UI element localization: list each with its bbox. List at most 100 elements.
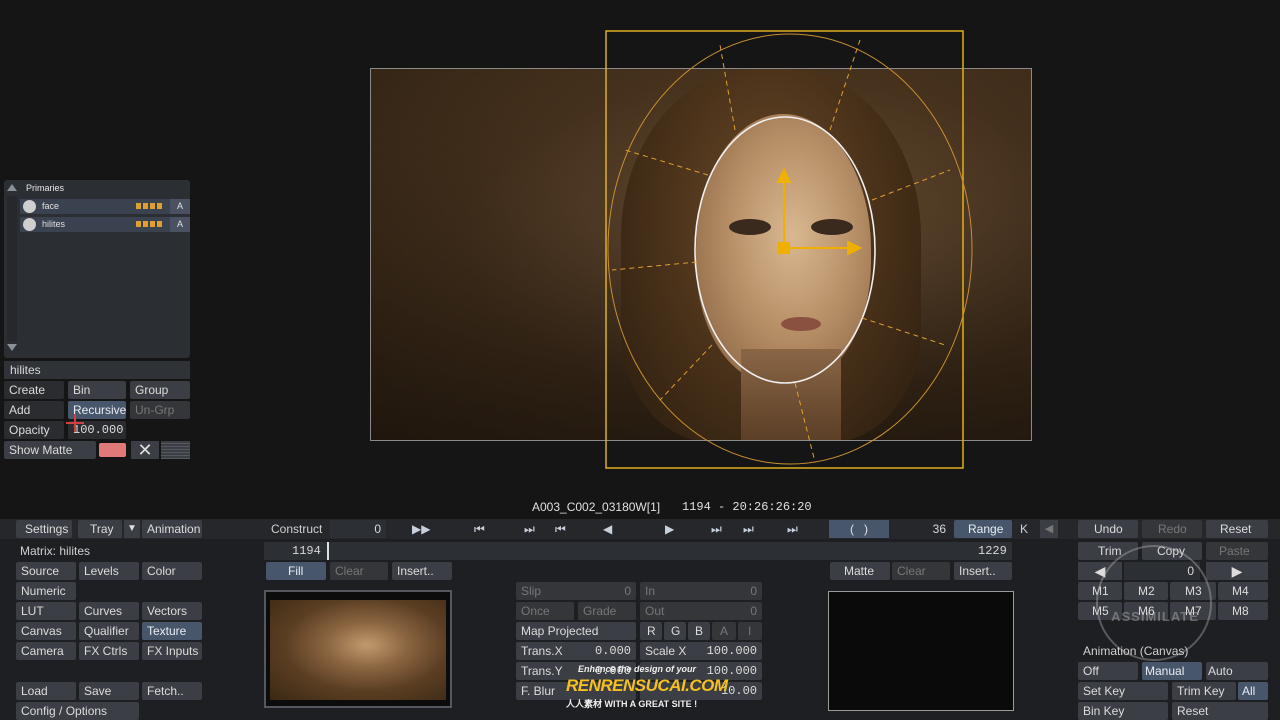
construct-field[interactable]: 0 [330,520,386,538]
timeline-start: 1194 [292,544,321,558]
matte-clear-button[interactable]: Clear [892,562,950,580]
range-button[interactable]: Range [954,520,1012,538]
k-label[interactable]: K [1020,520,1028,538]
key-next-icon[interactable]: ▶ [1206,562,1268,580]
anim-off-button[interactable]: Off [1078,662,1138,680]
load-button[interactable]: Load [16,682,76,700]
menu-source[interactable]: Source [16,562,76,580]
undo-button[interactable]: Undo [1078,520,1138,538]
scale-x-value: 100.000 [706,644,757,658]
timeline-track[interactable] [264,542,1012,560]
settings-button[interactable]: Settings [16,520,72,538]
timeline-playhead[interactable] [327,542,329,560]
fill-button[interactable]: Fill [266,562,326,580]
memory-m8[interactable]: M8 [1218,602,1268,620]
memory-m4[interactable]: M4 [1218,582,1268,600]
menu-fx-inputs[interactable]: FX Inputs [142,642,202,660]
bin-key-button[interactable]: Bin Key [1078,702,1168,720]
play-icon[interactable]: ▶ [665,520,674,538]
transport-controls: ▶▶ ⏮ ⏭ ⏮ ◀ ▶ ⏭ ⏭ ⏭ [400,520,820,538]
trans-x-value: 0.000 [594,644,631,658]
tray-dropdown-icon[interactable]: ▼ [124,520,140,538]
timeline-end: 1229 [978,544,1007,558]
redo-button[interactable]: Redo [1142,520,1202,538]
menu-texture[interactable]: Texture [142,622,202,640]
shape-overlay[interactable] [0,0,1280,520]
assimilate-logo-text: ASSIMILATE [1111,609,1199,624]
next-mark-icon[interactable]: ⏭ [743,520,754,538]
out-label: Out [645,604,665,618]
transform-gizmo[interactable] [776,167,863,256]
watermark: Enhance the design of your RENRENSUCAI.C… [566,664,728,710]
clear-button[interactable]: Clear [330,562,388,580]
trans-x-label: Trans.X [521,644,563,658]
scale-x-label: Scale X [645,644,687,658]
key-reset-button[interactable]: Reset [1172,702,1268,720]
fast-play-icon[interactable]: ▶▶ [412,520,430,538]
paste-button[interactable]: Paste [1206,542,1268,560]
matte-insert-button[interactable]: Insert.. [954,562,1012,580]
menu-lut[interactable]: LUT [16,602,76,620]
fetch-button[interactable]: Fetch.. [142,682,202,700]
clip-name: A003_C002_03180W[1] [532,500,661,514]
step-back-icon[interactable]: ⏮ [555,520,566,538]
save-button[interactable]: Save [79,682,139,700]
out-field[interactable]: Out 0 [640,602,762,620]
tray-button[interactable]: Tray [78,520,122,538]
map-projected-button[interactable]: Map Projected [516,622,636,640]
menu-curves[interactable]: Curves [79,602,139,620]
loop-toggle[interactable]: ( ) [829,520,889,538]
trans-x-field[interactable]: Trans.X 0.000 [516,642,636,660]
menu-qualifier[interactable]: Qualifier [79,622,139,640]
slip-field[interactable]: Slip 0 [516,582,636,600]
matte-button[interactable]: Matte [830,562,890,580]
clip-timecode: 1194 - 20:26:26:20 [682,500,812,514]
play-reverse-icon[interactable]: ◀ [603,520,612,538]
menu-canvas[interactable]: Canvas [16,622,76,640]
menu-vectors[interactable]: Vectors [142,602,202,620]
trim-key-button[interactable]: Trim Key [1172,682,1236,700]
menu-camera[interactable]: Camera [16,642,76,660]
matrix-label: Matrix: hilites [20,544,91,558]
go-end-icon[interactable]: ⏭ [787,520,798,538]
slip-label: Slip [521,584,542,598]
slip-value: 0 [624,584,631,598]
step-forward-icon[interactable]: ⏭ [711,520,722,538]
channel-i[interactable]: I [738,622,762,640]
go-start-icon[interactable]: ⏮ [474,520,485,538]
once-button[interactable]: Once [516,602,574,620]
matte-preview[interactable] [828,591,1014,711]
in-field[interactable]: In 0 [640,582,762,600]
menu-numeric[interactable]: Numeric [16,582,76,600]
in-value: 0 [750,584,757,598]
channel-g[interactable]: G [664,622,686,640]
animation-button[interactable]: Animation [142,520,202,538]
grade-button[interactable]: Grade [578,602,636,620]
prev-mark-icon[interactable]: ⏭ [524,520,535,538]
trans-y-label: Trans.Y [521,664,563,678]
menu-levels[interactable]: Levels [79,562,139,580]
anim-manual-button[interactable]: Manual [1142,662,1202,680]
all-button[interactable]: All [1238,682,1268,700]
config-options-button[interactable]: Config / Options [16,702,139,720]
channel-r[interactable]: R [640,622,662,640]
watermark-line-1: Enhance the design of your [578,664,697,674]
reset-button[interactable]: Reset [1206,520,1268,538]
channel-a[interactable]: A [712,622,736,640]
menu-color[interactable]: Color [142,562,202,580]
thumbnail-image [270,600,446,700]
source-thumbnail[interactable] [264,590,452,708]
speaker-icon[interactable]: ◀ [1040,520,1058,538]
animation-mode-label: Animation (Canvas) [1083,644,1189,658]
channel-b[interactable]: B [688,622,710,640]
insert-button[interactable]: Insert.. [392,562,452,580]
f-blur-label: F. Blur [521,684,556,698]
out-value: 0 [750,604,757,618]
menu-fx-ctrls[interactable]: FX Ctrls [79,642,139,660]
scale-x-field[interactable]: Scale X 100.000 [640,642,762,660]
in-label: In [645,584,656,598]
frame-count: 36 [932,522,946,536]
anim-auto-button[interactable]: Auto [1206,662,1268,680]
watermark-line-2: RENRENSUCAI.COM [566,676,728,695]
set-key-button[interactable]: Set Key [1078,682,1168,700]
